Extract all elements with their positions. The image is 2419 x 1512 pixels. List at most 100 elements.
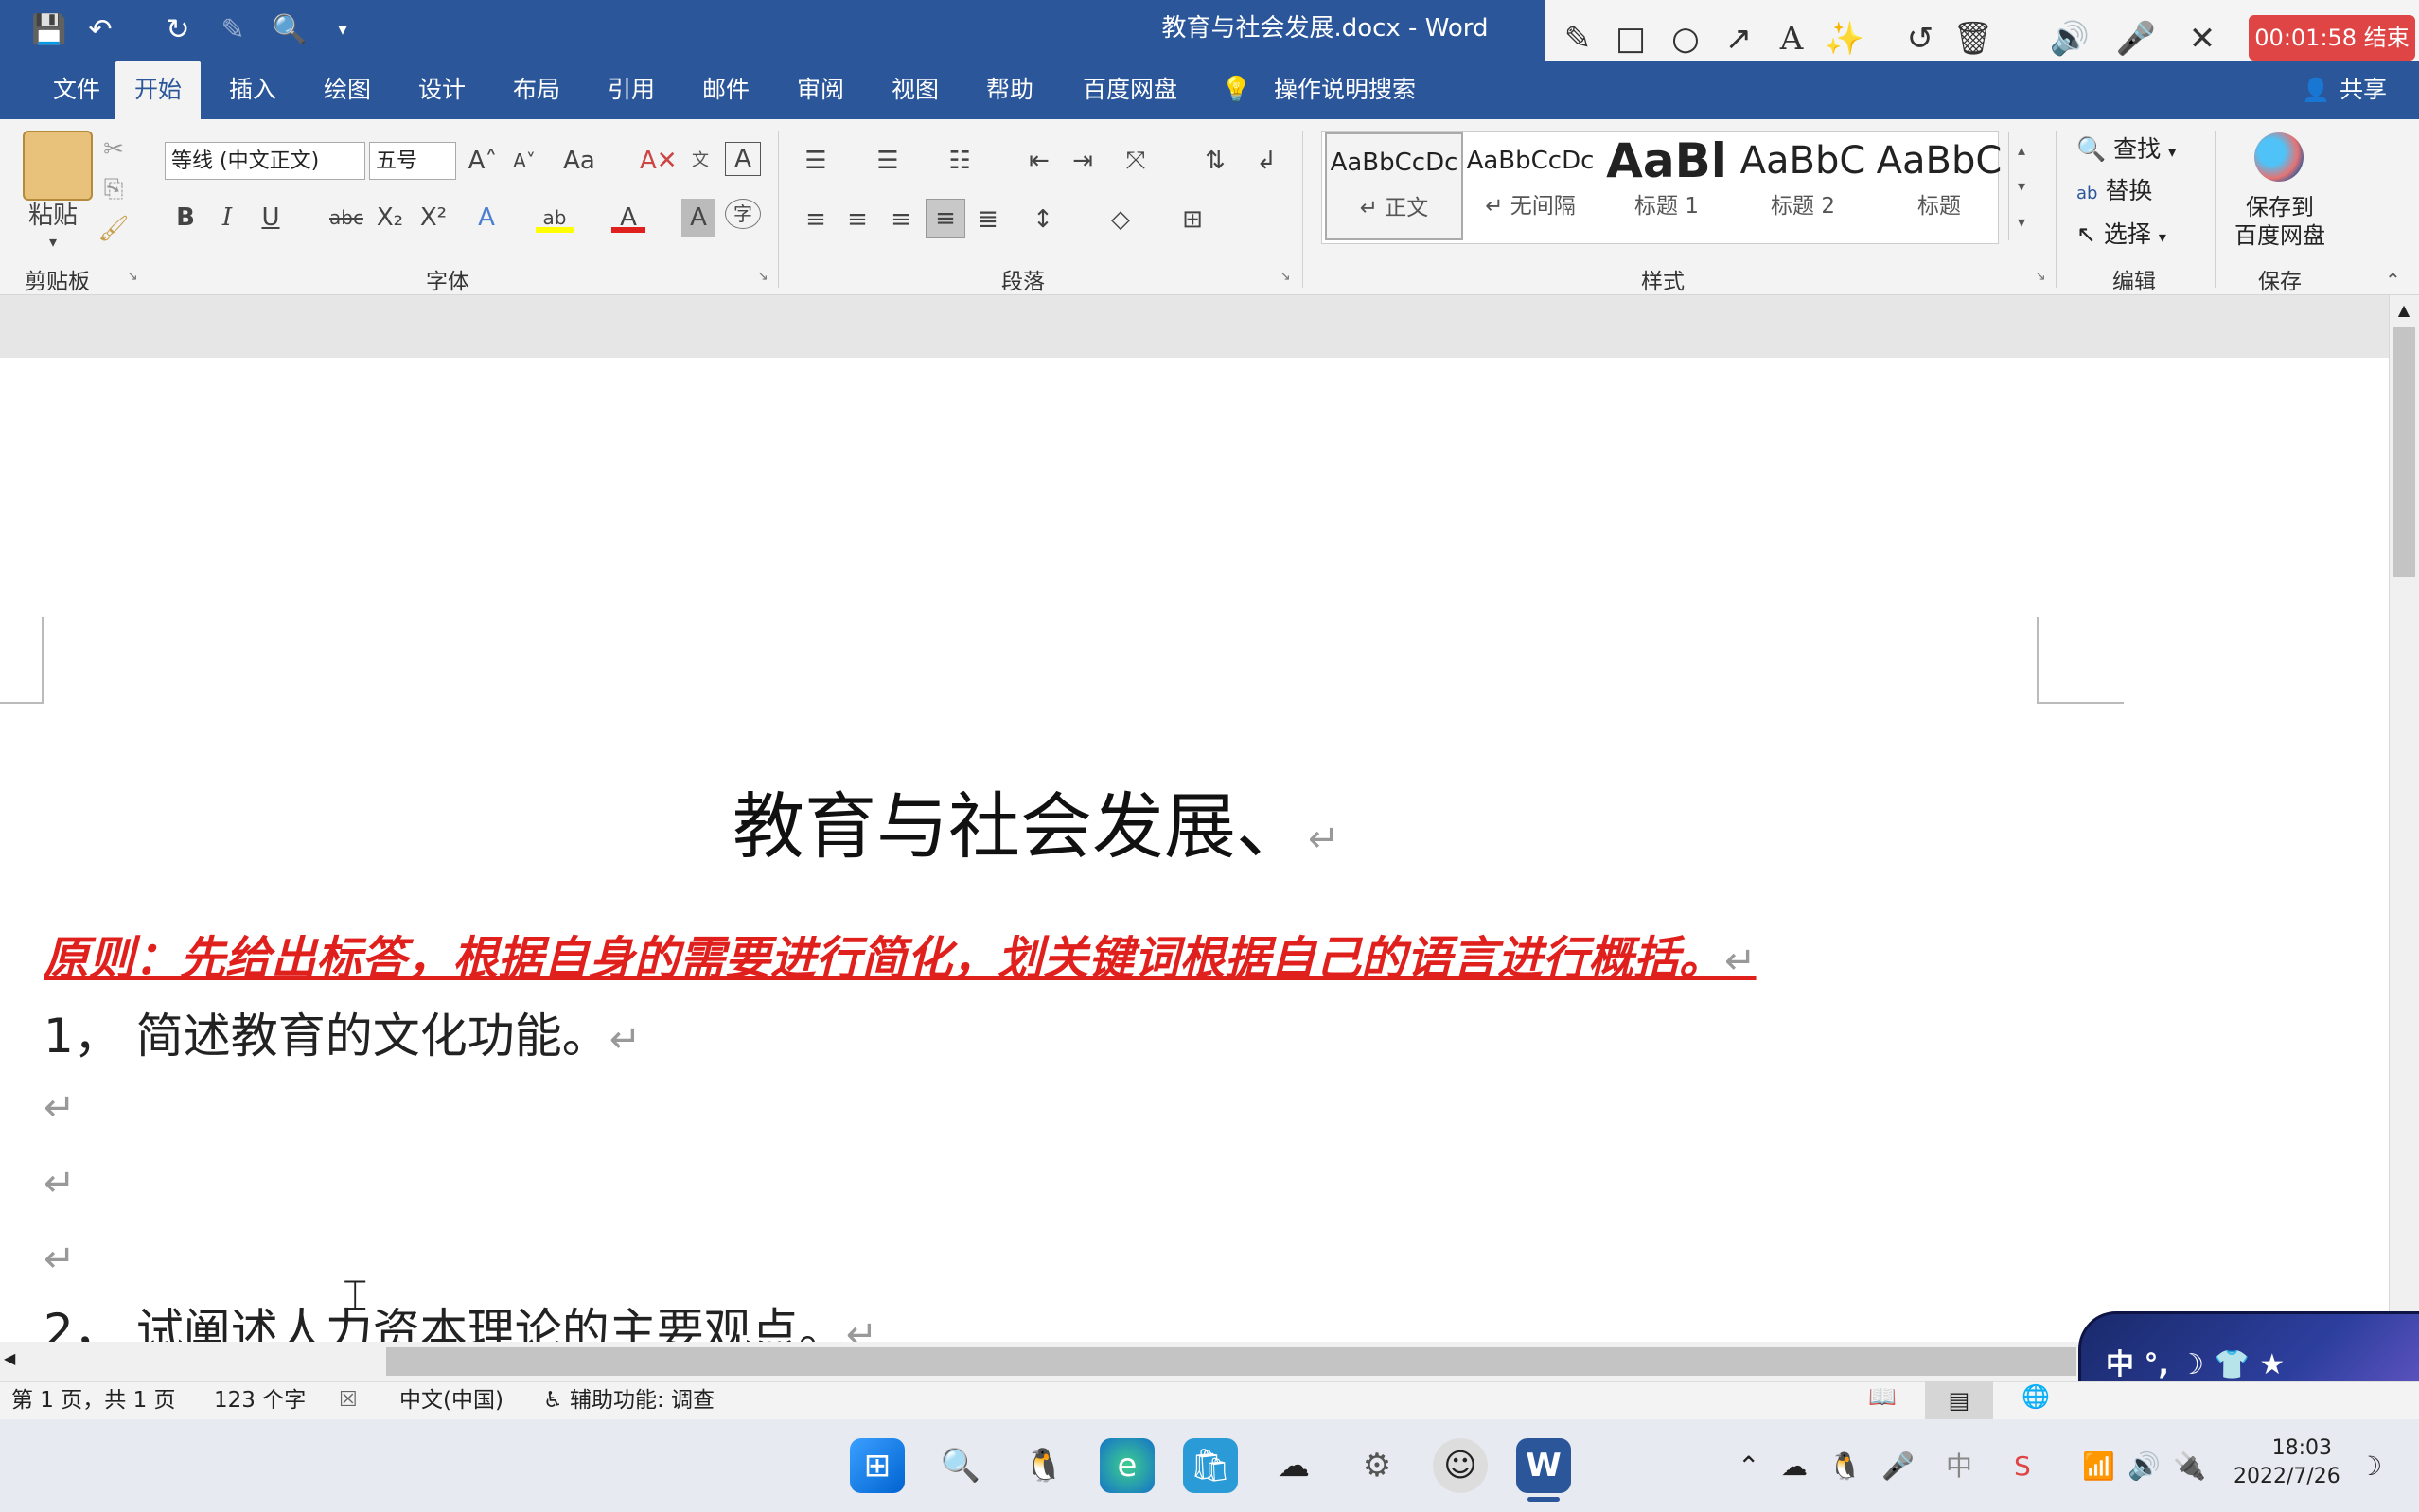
scroll-up-icon[interactable]: ▲	[2393, 301, 2415, 319]
shrink-font-icon[interactable]: A˅	[507, 142, 541, 180]
principle-line[interactable]: 原则：先给出标答，根据自身的需要进行简化，划关键词根据自己的语言进行概括。↵	[44, 929, 1757, 991]
question-2[interactable]: 2， 试阐述人力资本理论的主要观点。↵	[44, 1302, 877, 1342]
rectangle-icon[interactable]: □	[1609, 17, 1652, 61]
decrease-indent-icon[interactable]: ⇤	[1020, 142, 1058, 180]
paste-icon[interactable]	[23, 131, 93, 201]
wifi-icon[interactable]: 📶	[2082, 1448, 2115, 1486]
microphone-icon[interactable]: 🎤	[2114, 17, 2158, 61]
underline-icon[interactable]: U	[254, 199, 288, 237]
align-center-icon[interactable]: ≡	[839, 201, 876, 238]
tab-insert[interactable]: 插入	[210, 61, 295, 119]
superscript-icon[interactable]: X²	[416, 199, 450, 237]
highlight-icon[interactable]: ab	[536, 199, 574, 233]
mic-tray-icon[interactable]: 🎤	[1881, 1448, 1915, 1486]
text-tool-icon[interactable]: A	[1770, 17, 1813, 61]
print-layout-icon[interactable]: ▤	[1925, 1381, 1993, 1419]
circle-icon[interactable]: ○	[1664, 17, 1707, 61]
word-count[interactable]: 123 个字	[214, 1381, 306, 1419]
subscript-icon[interactable]: X₂	[373, 199, 407, 237]
ime-mode-icon[interactable]: 中	[1946, 1448, 1972, 1486]
font-size-combo[interactable]: 五号	[369, 142, 456, 180]
justify-icon[interactable]: ≡	[926, 199, 965, 238]
print-preview-icon[interactable]: 🔍	[271, 11, 309, 49]
format-painter-brush-icon[interactable]: 🖌	[95, 210, 132, 248]
borders-icon[interactable]: ⊞	[1174, 201, 1211, 238]
language[interactable]: 中文(中国)	[399, 1381, 503, 1419]
style-title[interactable]: AaBbC 标题	[1872, 132, 2006, 237]
redo-icon[interactable]: ↻	[159, 11, 197, 49]
empty-paragraph[interactable]: ↵	[44, 1236, 76, 1283]
document-title[interactable]: 教育与社会发展、↵	[733, 782, 1340, 885]
change-case-button[interactable]: Aa	[558, 142, 600, 180]
multilevel-list-icon[interactable]: ☷	[941, 142, 979, 180]
share-button[interactable]: 共享	[2321, 61, 2406, 119]
character-shading-icon[interactable]: A	[681, 199, 715, 237]
collapse-ribbon-icon[interactable]: ⌃	[2385, 269, 2401, 291]
arrow-icon[interactable]: ↗	[1717, 17, 1760, 61]
qq-icon[interactable]: 🐧	[1016, 1438, 1071, 1493]
settings-icon[interactable]: ⚙	[1350, 1438, 1404, 1493]
paragraph-launcher-icon[interactable]: ↘	[1280, 269, 1291, 284]
page-count[interactable]: 第 1 页，共 1 页	[11, 1381, 176, 1419]
sort-icon[interactable]: ⇅	[1196, 142, 1234, 180]
clear-format-icon[interactable]: A✕	[640, 142, 678, 180]
word-taskbar-icon[interactable]: W	[1516, 1438, 1571, 1493]
customize-qat-icon[interactable]: ▾	[324, 11, 362, 49]
clipboard-launcher-icon[interactable]: ↘	[127, 269, 138, 284]
empty-paragraph[interactable]: ↵	[44, 1160, 76, 1207]
tab-view[interactable]: 视图	[873, 61, 958, 119]
styles-scroll[interactable]: ▴ ▾ ▾	[2008, 132, 2034, 240]
tab-layout[interactable]: 布局	[494, 61, 579, 119]
volume-icon[interactable]: 🔊	[2128, 1448, 2161, 1486]
text-effects-icon[interactable]: A	[469, 199, 503, 237]
horizontal-scroll-thumb[interactable]	[386, 1347, 2076, 1376]
sogou-ime-icon[interactable]: S	[2014, 1448, 2031, 1486]
read-mode-icon[interactable]: 📖	[1868, 1383, 1897, 1410]
align-left-icon[interactable]: ≡	[797, 201, 835, 238]
strikethrough-icon[interactable]: abc	[327, 199, 365, 237]
increase-indent-icon[interactable]: ⇥	[1064, 142, 1102, 180]
replace-button[interactable]: ab 替换	[2076, 172, 2152, 213]
style-heading-1[interactable]: AaBl 标题 1	[1599, 132, 1734, 237]
qq-tray-icon[interactable]: 🐧	[1828, 1448, 1862, 1486]
styles-launcher-icon[interactable]: ↘	[2035, 269, 2046, 284]
copy-icon[interactable]: ⎘	[95, 170, 132, 208]
store-icon[interactable]: 🛍	[1183, 1438, 1238, 1493]
phonetic-guide-icon[interactable]: 文	[683, 142, 717, 180]
enclose-characters-icon[interactable]: 字	[725, 199, 761, 229]
show-marks-icon[interactable]: ↲	[1247, 142, 1285, 180]
tab-baidu-netdisk[interactable]: 百度网盘	[1064, 61, 1196, 119]
tab-help[interactable]: 帮助	[967, 61, 1052, 119]
vertical-scroll-thumb[interactable]	[2393, 327, 2415, 577]
character-border-icon[interactable]: A	[725, 142, 761, 176]
numbering-icon[interactable]: ☰	[869, 142, 907, 180]
recording-timer-button[interactable]: 00:01:58 结束	[2249, 15, 2415, 61]
tab-design[interactable]: 设计	[399, 61, 485, 119]
web-layout-icon[interactable]: 🌐	[2022, 1383, 2050, 1410]
cut-icon[interactable]: ✂	[95, 131, 132, 168]
font-launcher-icon[interactable]: ↘	[757, 269, 768, 284]
baidu-netdisk-taskbar-icon[interactable]: ☁	[1266, 1438, 1321, 1493]
tray-overflow-icon[interactable]: ⌃	[1738, 1448, 1759, 1486]
tab-draw[interactable]: 绘图	[305, 61, 390, 119]
save-icon[interactable]: 💾	[30, 11, 68, 49]
pen-icon[interactable]: ✎	[1556, 17, 1599, 61]
paste-dropdown-icon[interactable]: ▾	[15, 223, 91, 261]
line-spacing-icon[interactable]: ↕	[1024, 201, 1062, 238]
onedrive-icon[interactable]: ☁	[1781, 1448, 1808, 1486]
search-icon[interactable]: 🔍	[933, 1438, 988, 1493]
scroll-left-icon[interactable]: ◀	[4, 1349, 15, 1367]
tab-mailings[interactable]: 邮件	[683, 61, 768, 119]
question-1[interactable]: 1， 简述教育的文化功能。↵	[44, 1007, 641, 1069]
avatar-app-icon[interactable]: ☺	[1433, 1438, 1488, 1493]
shading-icon[interactable]: ◇	[1102, 201, 1139, 238]
proofing-icon[interactable]: ☒	[339, 1381, 358, 1419]
tell-me-search[interactable]: 操作说明搜索	[1255, 61, 1435, 119]
undo-icon[interactable]: ↶	[81, 11, 119, 49]
windows-start-icon[interactable]: ⊞	[850, 1438, 905, 1493]
format-painter-icon[interactable]: ✎	[214, 11, 252, 49]
tab-references[interactable]: 引用	[589, 61, 674, 119]
tab-home[interactable]: 开始	[115, 61, 202, 119]
close-icon[interactable]: ✕	[2181, 17, 2224, 61]
bold-icon[interactable]: B	[168, 199, 203, 237]
